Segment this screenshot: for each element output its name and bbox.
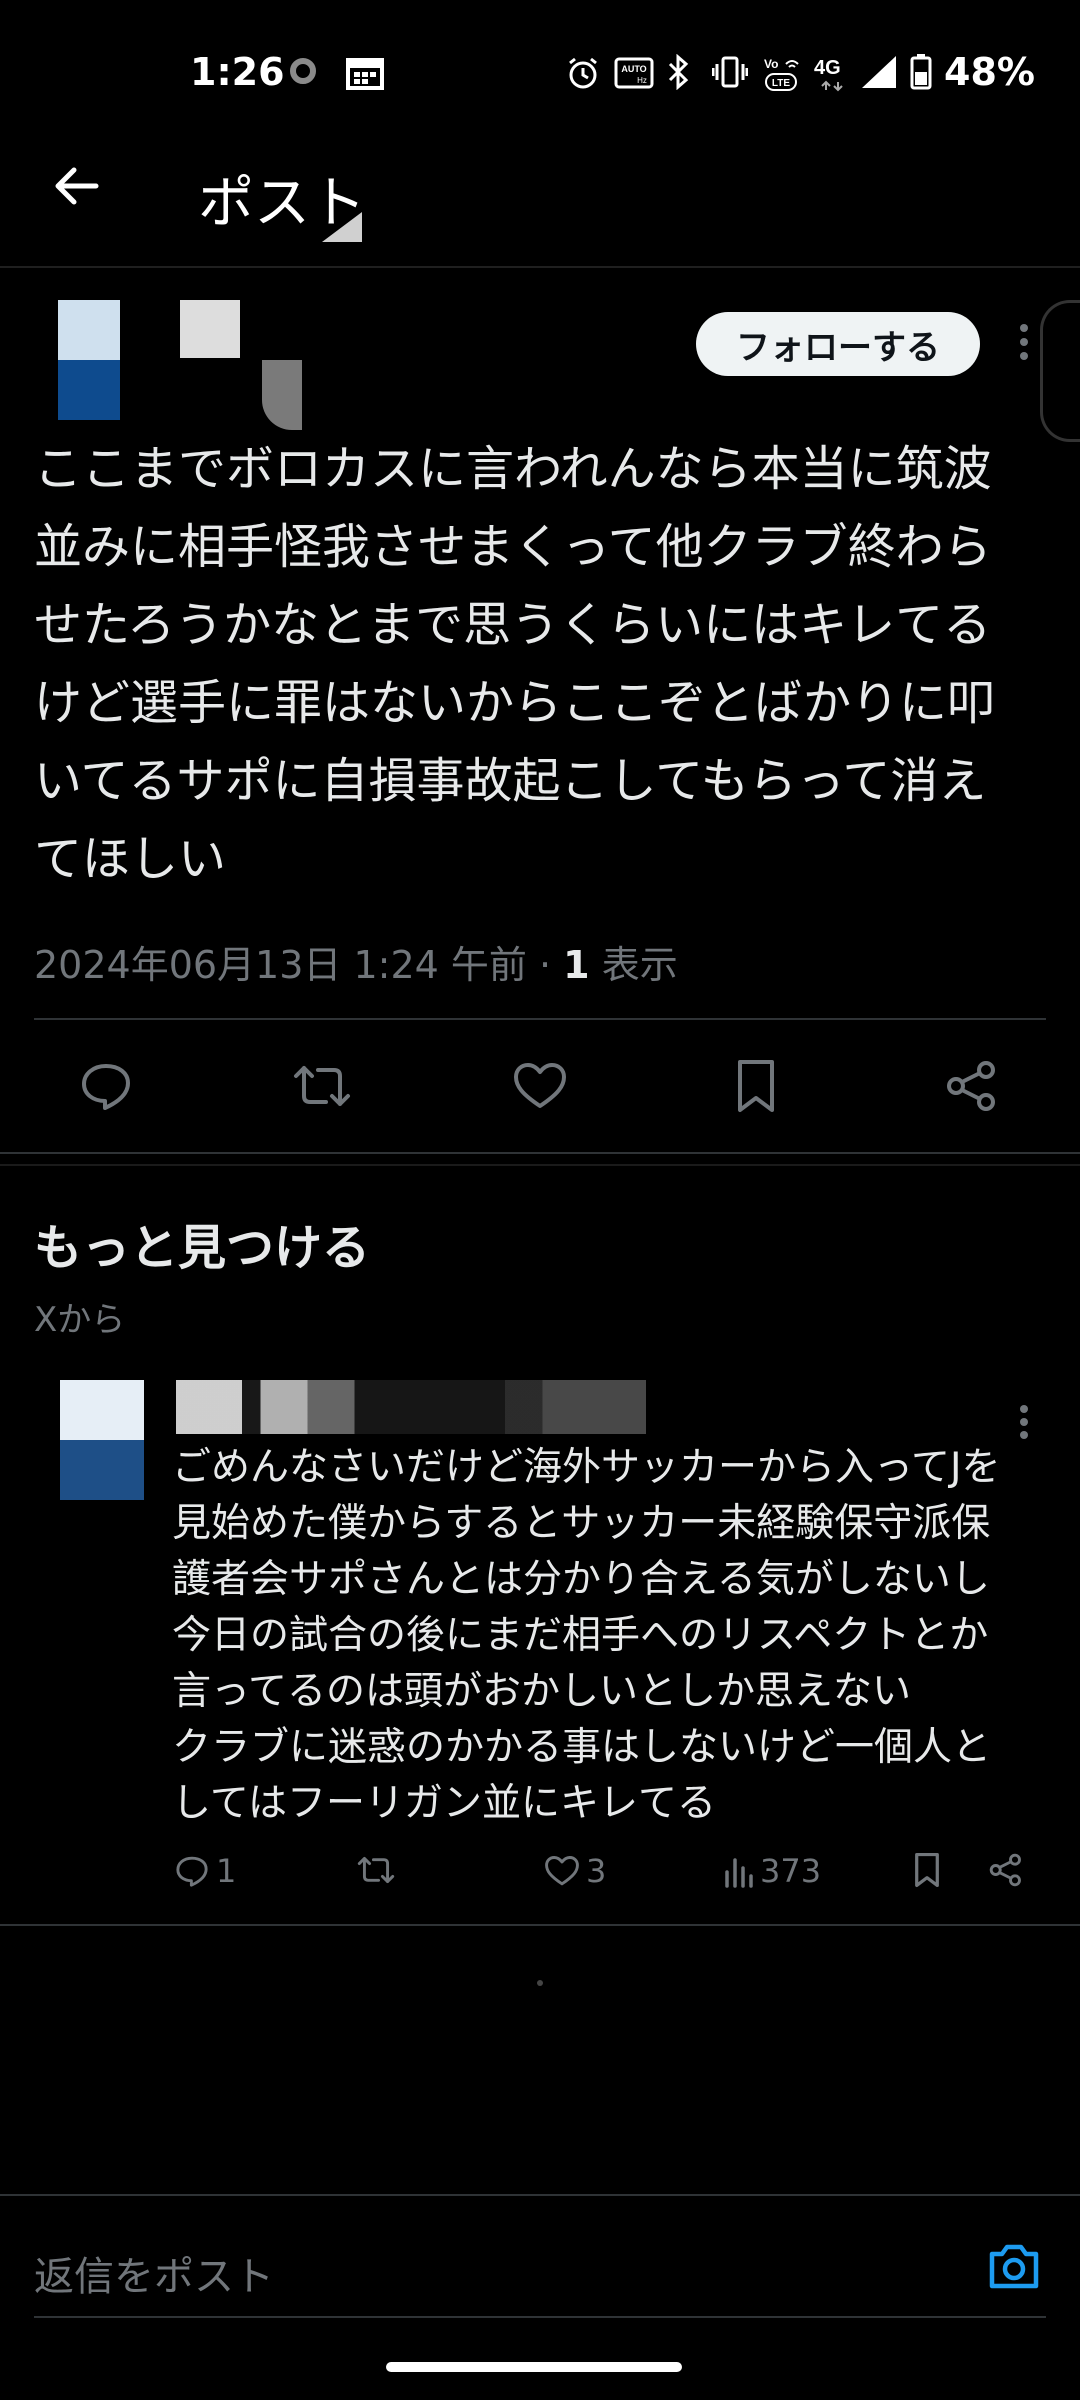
svg-text:Hz: Hz — [637, 76, 647, 85]
like-icon[interactable] — [512, 1058, 568, 1114]
post-timestamp: 2024年06月13日 1:24 午前 · — [34, 943, 564, 987]
battery-icon — [910, 54, 932, 90]
auto-hz-icon: AUTO Hz — [614, 56, 654, 90]
reply-icon[interactable] — [78, 1058, 134, 1114]
discover-subtitle: Xから — [34, 1300, 126, 1340]
avatar[interactable] — [58, 300, 120, 420]
back-button[interactable] — [50, 160, 102, 212]
recommended-like-button[interactable]: 3 — [544, 1852, 606, 1890]
volte-icon: Vo LTE — [760, 54, 802, 94]
reply-icon — [174, 1853, 210, 1889]
divider — [0, 1152, 1080, 1154]
redacted-shape — [322, 212, 362, 242]
svg-text:AUTO: AUTO — [621, 64, 646, 74]
recommended-share-button[interactable] — [988, 1852, 1024, 1888]
post-meta: 2024年06月13日 1:24 午前 · 1 表示 — [34, 934, 678, 989]
recommended-reply-button[interactable]: 1 — [174, 1852, 236, 1890]
divider — [0, 1164, 1080, 1166]
signal-icon — [860, 54, 898, 90]
repost-icon — [356, 1852, 396, 1888]
network-4g-icon: 4G — [812, 52, 856, 92]
view-count: 373 — [760, 1852, 822, 1890]
bookmark-icon — [912, 1852, 942, 1888]
alarm-icon — [566, 56, 600, 90]
recommended-more-options-icon[interactable] — [1018, 1404, 1030, 1440]
reply-input[interactable]: 返信をポスト — [34, 2244, 274, 2302]
divider — [0, 2194, 1080, 2196]
like-icon — [544, 1853, 580, 1889]
reply-count: 1 — [216, 1852, 237, 1890]
divider — [34, 2316, 1046, 2318]
more-options-icon[interactable] — [1018, 322, 1030, 362]
share-icon[interactable] — [944, 1058, 1000, 1114]
home-indicator[interactable] — [386, 2362, 682, 2372]
recommended-repost-button[interactable] — [356, 1852, 396, 1888]
recommended-bookmark-button[interactable] — [912, 1852, 942, 1888]
svg-text:LTE: LTE — [772, 78, 790, 89]
loading-dot — [537, 1980, 543, 1986]
author-handle-redacted — [262, 360, 302, 430]
view-count: 1 — [563, 943, 590, 987]
recommended-post-text: ごめんなさいだけど海外サッカーから入ってJを 見始めた僕からするとサッカー未経験… — [172, 1445, 1001, 1826]
svg-text:Vo: Vo — [764, 57, 778, 71]
edge-handle — [1040, 300, 1080, 442]
recommended-avatar[interactable] — [60, 1380, 144, 1500]
recording-dot-icon — [290, 58, 316, 84]
recommended-author-redacted[interactable] — [176, 1380, 646, 1434]
header-divider — [0, 266, 1080, 268]
svg-text:4G: 4G — [814, 57, 841, 79]
view-label: 表示 — [589, 943, 678, 987]
bookmark-icon[interactable] — [734, 1058, 778, 1114]
share-icon — [988, 1852, 1024, 1888]
vibrate-icon — [712, 56, 748, 88]
divider — [0, 1924, 1080, 1926]
camera-icon[interactable] — [986, 2240, 1042, 2292]
analytics-icon — [724, 1854, 754, 1888]
calendar-icon — [346, 56, 384, 90]
like-count: 3 — [586, 1852, 607, 1890]
battery-percent: 48% — [944, 50, 1035, 94]
repost-icon[interactable] — [292, 1058, 352, 1114]
post-text: ここまでボロカスに言われんなら本当に筑波 並みに相手怪我させまくって他クラブ終わ… — [34, 441, 995, 887]
status-time: 1:26 — [190, 50, 285, 94]
divider — [34, 1018, 1046, 1020]
author-name-redacted[interactable] — [180, 300, 240, 358]
follow-button[interactable]: フォローする — [696, 312, 980, 376]
bluetooth-icon — [666, 54, 690, 90]
discover-title: もっと見つける — [34, 1220, 371, 1276]
recommended-views-button[interactable]: 373 — [724, 1852, 821, 1890]
